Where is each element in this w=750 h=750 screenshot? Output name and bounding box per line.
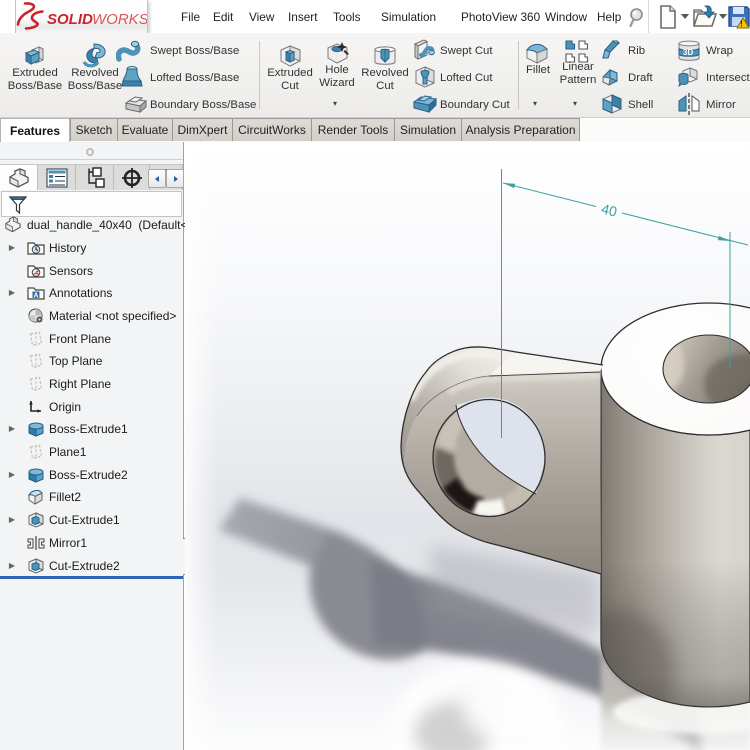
svg-text:3D: 3D: [683, 48, 693, 57]
svg-text:A: A: [33, 292, 38, 299]
svg-text:!: !: [740, 20, 743, 29]
svg-text:SOLID: SOLID: [47, 11, 93, 28]
svg-text:WORKS: WORKS: [92, 11, 147, 28]
svg-text:40: 40: [600, 200, 619, 219]
